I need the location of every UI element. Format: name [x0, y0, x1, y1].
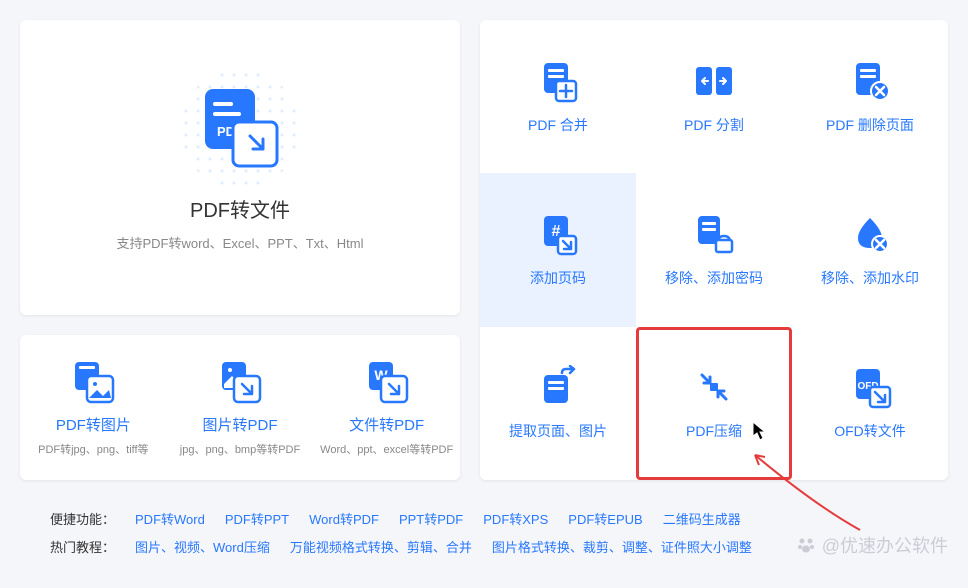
extract-icon: [536, 365, 580, 409]
quick-links-row: 便捷功能： PDF转Word PDF转PPT Word转PDF PPT转PDF …: [50, 506, 918, 534]
link-item[interactable]: 二维码生成器: [663, 506, 741, 534]
pdf-delete-pages[interactable]: PDF 删除页面: [792, 20, 948, 173]
pdf-split[interactable]: PDF 分割: [636, 20, 792, 173]
grid-label: PDF 合并: [528, 115, 588, 135]
grid-label: 提取页面、图片: [509, 421, 607, 441]
add-page-number[interactable]: # 添加页码: [480, 173, 636, 326]
link-item[interactable]: 图片、视频、Word压缩: [135, 534, 270, 562]
card-title: PDF转图片: [56, 414, 131, 435]
link-item[interactable]: 图片格式转换、裁剪、调整、证件照大小调整: [492, 534, 752, 562]
grid-label: PDF 删除页面: [826, 115, 914, 135]
tools-grid: PDF 合并 PDF 分割 PDF 删除页: [480, 20, 948, 480]
image-to-pdf-card[interactable]: 图片转PDF jpg、png、bmp等转PDF: [167, 350, 314, 465]
grid-label: OFD转文件: [834, 421, 906, 441]
link-item[interactable]: PDF转EPUB: [568, 506, 642, 534]
quick-links-label: 便捷功能：: [50, 506, 115, 534]
watermark-icon: [848, 212, 892, 256]
pdf-to-image-icon: [69, 358, 117, 406]
main-card-title: PDF转文件: [190, 194, 290, 223]
compress-icon: [692, 365, 736, 409]
ofd-convert[interactable]: OFD OFD转文件: [792, 327, 948, 480]
password-icon: [692, 212, 736, 256]
remove-add-watermark[interactable]: 移除、添加水印: [792, 173, 948, 326]
grid-label: 添加页码: [530, 268, 586, 288]
pdf-convert-icon: PDF: [195, 84, 285, 174]
three-card-panel: PDF转图片 PDF转jpg、png、tiff等 图片转PDF jpg、png、…: [20, 335, 460, 480]
link-item[interactable]: Word转PDF: [309, 506, 379, 534]
card-subtitle: Word、ppt、excel等转PDF: [320, 441, 453, 457]
pdf-delete-icon: [848, 59, 892, 103]
grid-label: PDF压缩: [686, 421, 742, 441]
hot-tutorials-label: 热门教程：: [50, 534, 115, 562]
link-item[interactable]: PDF转Word: [135, 506, 205, 534]
paw-icon: [796, 535, 816, 555]
main-pdf-convert-card[interactable]: PDF PDF转文件 支持PDF转word、Excel、PPT、Txt、Html: [20, 20, 460, 315]
grid-label: 移除、添加密码: [665, 268, 763, 288]
extract-page-image[interactable]: 提取页面、图片: [480, 327, 636, 480]
link-item[interactable]: PDF转PPT: [225, 506, 289, 534]
pdf-compress[interactable]: PDF压缩: [636, 327, 792, 480]
card-title: 文件转PDF: [349, 414, 424, 435]
card-title: 图片转PDF: [203, 414, 278, 435]
link-item[interactable]: 万能视频格式转换、剪辑、合并: [290, 534, 472, 562]
link-item[interactable]: PPT转PDF: [399, 506, 463, 534]
image-to-pdf-icon: [216, 358, 264, 406]
card-subtitle: jpg、png、bmp等转PDF: [180, 441, 300, 457]
grid-label: PDF 分割: [684, 115, 744, 135]
pdf-merge[interactable]: PDF 合并: [480, 20, 636, 173]
hot-tutorials-row: 热门教程： 图片、视频、Word压缩 万能视频格式转换、剪辑、合并 图片格式转换…: [50, 534, 918, 562]
main-card-subtitle: 支持PDF转word、Excel、PPT、Txt、Html: [116, 233, 363, 252]
ofd-icon: OFD: [848, 365, 892, 409]
add-pagenum-icon: #: [536, 212, 580, 256]
remove-add-password[interactable]: 移除、添加密码: [636, 173, 792, 326]
file-to-pdf-icon: W: [363, 358, 411, 406]
watermark: @优速办公软件: [796, 532, 948, 558]
pdf-merge-icon: [536, 59, 580, 103]
file-to-pdf-card[interactable]: W 文件转PDF Word、ppt、excel等转PDF: [313, 350, 460, 465]
pdf-split-icon: [692, 59, 736, 103]
grid-label: 移除、添加水印: [821, 268, 919, 288]
link-item[interactable]: PDF转XPS: [483, 506, 548, 534]
pdf-to-image-card[interactable]: PDF转图片 PDF转jpg、png、tiff等: [20, 350, 167, 465]
card-subtitle: PDF转jpg、png、tiff等: [38, 441, 148, 457]
cursor-icon: [751, 420, 769, 442]
